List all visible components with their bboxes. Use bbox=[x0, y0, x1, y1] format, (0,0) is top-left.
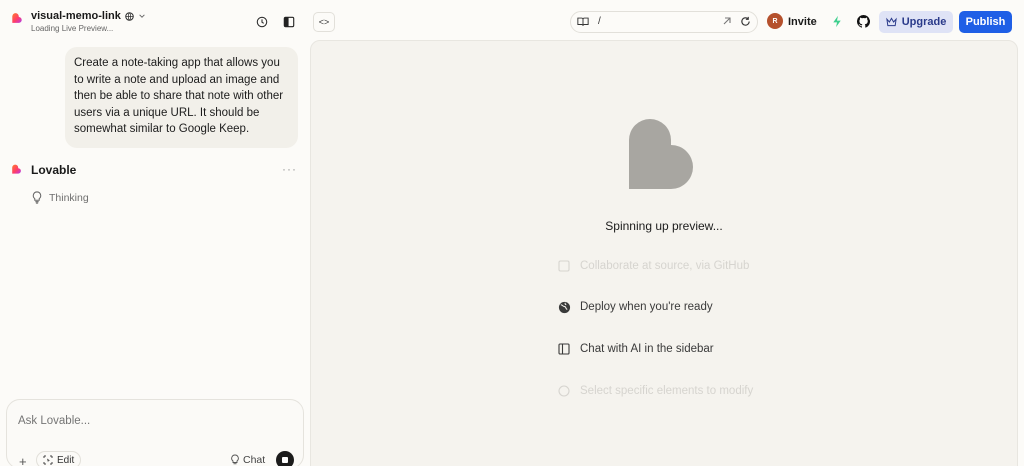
refresh-button[interactable] bbox=[738, 14, 752, 28]
invite-button[interactable]: Invite bbox=[788, 16, 817, 28]
attach-button[interactable]: + bbox=[19, 454, 27, 466]
avatar[interactable]: R bbox=[767, 13, 783, 29]
thinking-status: Thinking bbox=[49, 192, 89, 204]
feature-label: Collaborate at source, via GitHub bbox=[580, 260, 750, 272]
project-name[interactable]: visual-memo-link bbox=[31, 10, 146, 22]
feature-deploy: Deploy when you're ready bbox=[557, 300, 713, 314]
feature-select: Select specific elements to modify bbox=[557, 384, 753, 398]
lovable-logo-icon bbox=[12, 13, 22, 23]
lightbulb-icon bbox=[32, 191, 42, 204]
feature-label: Chat with AI in the sidebar bbox=[580, 343, 714, 355]
user-message: Create a note-taking app that allows you… bbox=[65, 47, 298, 148]
upgrade-label: Upgrade bbox=[901, 16, 947, 28]
refresh-icon bbox=[740, 16, 750, 26]
globe-icon bbox=[125, 11, 134, 21]
feature-github: Collaborate at source, via GitHub bbox=[557, 259, 749, 273]
lightbulb-icon bbox=[231, 454, 239, 465]
github-button[interactable] bbox=[856, 14, 870, 28]
globe-icon bbox=[557, 300, 571, 314]
supabase-button[interactable] bbox=[830, 14, 844, 28]
chat-mode-button[interactable]: Chat bbox=[226, 451, 269, 466]
top-bar: visual-memo-link Loading Live Preview...… bbox=[0, 0, 1024, 42]
assistant-name: Lovable bbox=[31, 163, 77, 177]
feature-label: Deploy when you're ready bbox=[580, 301, 713, 313]
stop-button[interactable] bbox=[276, 451, 294, 466]
lightning-bolt-icon bbox=[833, 15, 841, 27]
code-view-button[interactable]: <> bbox=[313, 12, 335, 32]
github-icon bbox=[557, 259, 571, 273]
open-in-new-tab-button[interactable] bbox=[720, 14, 734, 28]
url-path[interactable]: / bbox=[598, 16, 601, 27]
chat-input[interactable] bbox=[18, 413, 288, 429]
edit-button[interactable]: Edit bbox=[36, 451, 82, 466]
feature-chat: Chat with AI in the sidebar bbox=[557, 342, 714, 356]
toggle-sidebar-button[interactable] bbox=[281, 14, 297, 30]
history-button[interactable] bbox=[254, 14, 270, 30]
edit-label: Edit bbox=[57, 454, 75, 466]
lovable-heart-icon bbox=[629, 119, 693, 189]
upgrade-button[interactable]: Upgrade bbox=[879, 11, 953, 33]
external-link-icon bbox=[723, 17, 731, 25]
preview-panel bbox=[310, 40, 1018, 466]
book-icon bbox=[577, 17, 589, 26]
history-icon bbox=[256, 16, 268, 28]
lovable-logo-icon bbox=[12, 164, 21, 174]
select-element-icon bbox=[43, 455, 53, 465]
more-options-button[interactable]: ··· bbox=[282, 162, 297, 176]
chat-label: Chat bbox=[243, 454, 266, 466]
sidebar-toggle-icon bbox=[283, 16, 295, 28]
chevron-down-icon bbox=[139, 14, 145, 18]
loading-text: Spinning up preview... bbox=[605, 219, 723, 233]
github-icon bbox=[856, 14, 870, 28]
stop-icon bbox=[282, 457, 288, 463]
crown-icon bbox=[885, 17, 897, 27]
sidebar-icon bbox=[557, 342, 571, 356]
code-icon: <> bbox=[318, 17, 330, 27]
feature-label: Select specific elements to modify bbox=[580, 385, 754, 397]
project-name-label: visual-memo-link bbox=[31, 10, 121, 22]
publish-button[interactable]: Publish bbox=[959, 11, 1012, 33]
cursor-icon bbox=[557, 384, 571, 398]
project-status: Loading Live Preview... bbox=[31, 24, 114, 33]
